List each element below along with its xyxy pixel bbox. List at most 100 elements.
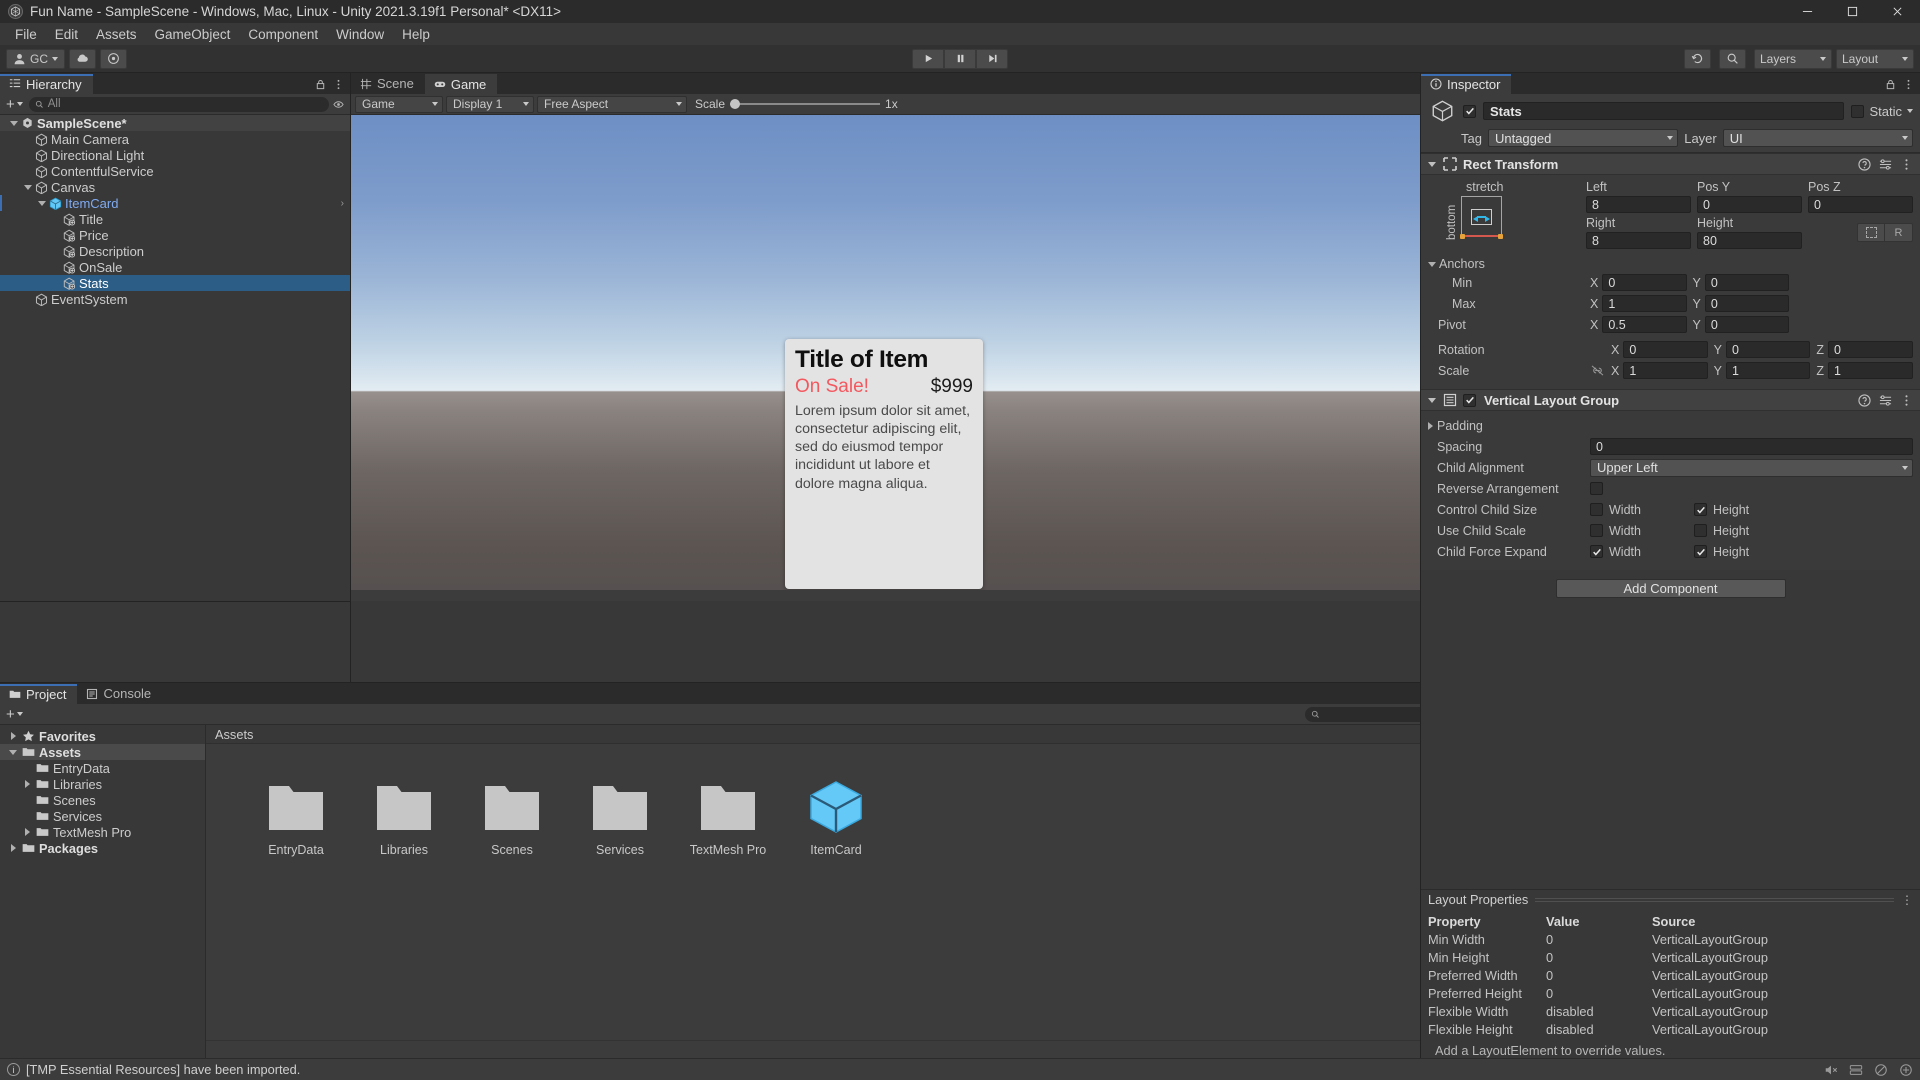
chevron-right-icon[interactable] — [7, 732, 19, 740]
min-x-input[interactable]: 0 — [1602, 274, 1687, 291]
cache-server-icon[interactable] — [1849, 1063, 1863, 1077]
tab-game[interactable]: Game — [424, 73, 498, 94]
constrain-proportions-icon[interactable] — [1590, 365, 1605, 376]
target-display-dropdown[interactable]: Game — [355, 95, 443, 113]
menu-component[interactable]: Component — [239, 25, 327, 44]
collapse-toggle[interactable] — [1426, 161, 1437, 167]
hierarchy-item-samplescene[interactable]: SampleScene* — [0, 115, 350, 131]
aspect-dropdown[interactable]: Free Aspect — [537, 95, 687, 113]
chevron-down-icon[interactable] — [7, 749, 19, 755]
more-options-icon[interactable] — [1900, 394, 1913, 407]
menu-help[interactable]: Help — [393, 25, 439, 44]
control-child-size-height-checkbox[interactable] — [1694, 503, 1707, 516]
vertical-layout-group-enabled-checkbox[interactable] — [1463, 393, 1476, 407]
asset-item-services[interactable]: Services — [566, 770, 674, 857]
lock-icon[interactable] — [1885, 79, 1896, 90]
child-force-expand-height-checkbox[interactable] — [1694, 545, 1707, 558]
hierarchy-item-title[interactable]: Title — [0, 211, 350, 227]
hierarchy-item-stats[interactable]: Stats — [0, 275, 350, 291]
collapse-toggle[interactable] — [1426, 397, 1437, 403]
menu-edit[interactable]: Edit — [46, 25, 87, 44]
no-entry-icon[interactable] — [1874, 1063, 1888, 1077]
scale-x-input[interactable]: 1 — [1623, 362, 1708, 379]
help-icon[interactable] — [1858, 393, 1871, 407]
asset-item-libraries[interactable]: Libraries — [350, 770, 458, 857]
chevron-down-icon[interactable] — [22, 184, 34, 190]
static-checkbox[interactable] — [1851, 104, 1865, 118]
undo-history-button[interactable] — [1684, 48, 1711, 69]
project-create-button[interactable]: + — [4, 706, 25, 723]
hierarchy-tree[interactable]: SampleScene* Main Camera Directional Light… — [0, 115, 350, 601]
control-child-size-width-checkbox[interactable] — [1590, 503, 1603, 516]
child-alignment-dropdown[interactable]: Upper Left — [1590, 458, 1913, 477]
panel-divider[interactable] — [0, 601, 350, 602]
tag-dropdown[interactable]: Untagged — [1487, 129, 1679, 147]
menu-file[interactable]: File — [6, 25, 46, 44]
cloud-button[interactable] — [69, 48, 96, 69]
pause-button[interactable] — [944, 48, 976, 69]
asset-item-itemcard[interactable]: ItemCard — [782, 770, 890, 857]
mute-status-icon[interactable] — [1824, 1063, 1838, 1077]
rot-y-input[interactable]: 0 — [1726, 341, 1811, 358]
asset-item-entrydata[interactable]: EntryData — [242, 770, 350, 857]
tab-hierarchy[interactable]: Hierarchy — [0, 73, 93, 94]
left-input[interactable]: 8 — [1586, 196, 1691, 213]
min-y-input[interactable]: 0 — [1704, 274, 1789, 291]
more-options-icon[interactable] — [1903, 79, 1914, 90]
scale-slider-group[interactable]: Scale 1x — [690, 97, 903, 111]
hierarchy-item-directional-light[interactable]: Directional Light — [0, 147, 350, 163]
chevron-down-icon[interactable] — [36, 200, 48, 206]
tab-console[interactable]: Console — [77, 683, 163, 704]
project-tree-item-packages[interactable]: Packages — [0, 840, 205, 856]
search-button[interactable] — [1719, 48, 1746, 69]
use-child-scale-height-group[interactable]: Height — [1694, 524, 1792, 538]
visibility-icon[interactable] — [333, 99, 344, 110]
gameobject-icon[interactable] — [1428, 98, 1456, 124]
max-x-input[interactable]: 1 — [1602, 295, 1687, 312]
posy-input[interactable]: 0 — [1697, 196, 1802, 213]
preset-icon[interactable] — [1879, 158, 1892, 171]
menu-window[interactable]: Window — [327, 25, 393, 44]
hierarchy-item-contentfulservice[interactable]: ContentfulService — [0, 163, 350, 179]
project-tree-item-assets[interactable]: Assets — [0, 744, 205, 760]
chevron-right-icon[interactable] — [21, 828, 33, 836]
padding-row[interactable]: Padding — [1428, 416, 1913, 435]
rot-z-input[interactable]: 0 — [1827, 341, 1914, 358]
layer-dropdown[interactable]: UI — [1722, 129, 1913, 147]
hierarchy-item-itemcard[interactable]: ItemCard › — [0, 195, 350, 211]
spacing-input[interactable]: 0 — [1590, 438, 1913, 455]
layout-dropdown[interactable]: Layout — [1836, 48, 1914, 69]
project-folder-tree[interactable]: Favorites Assets EntryData Libraries Scenes S… — [0, 725, 206, 1058]
menu-assets[interactable]: Assets — [87, 25, 146, 44]
hierarchy-search-input[interactable]: All — [28, 96, 329, 112]
maximize-button[interactable] — [1830, 0, 1875, 23]
project-tree-item-services[interactable]: Services — [0, 808, 205, 824]
chevron-down-icon[interactable] — [1907, 109, 1913, 113]
hierarchy-item-onsale[interactable]: OnSale — [0, 259, 350, 275]
child-force-expand-width-checkbox[interactable] — [1590, 545, 1603, 558]
control-child-size-height-group[interactable]: Height — [1694, 503, 1792, 517]
hierarchy-item-description[interactable]: Description — [0, 243, 350, 259]
tab-scene[interactable]: Scene — [351, 73, 425, 94]
display-dropdown[interactable]: Display 1 — [446, 95, 534, 113]
hierarchy-create-button[interactable]: + — [4, 96, 25, 113]
rot-x-input[interactable]: 0 — [1623, 341, 1708, 358]
code-optimization-icon[interactable] — [1899, 1063, 1913, 1077]
use-child-scale-width-group[interactable]: Width — [1590, 524, 1688, 538]
minimize-button[interactable] — [1785, 0, 1830, 23]
more-options-icon[interactable] — [333, 79, 344, 90]
scale-slider[interactable] — [730, 99, 881, 109]
scale-slider-knob[interactable] — [730, 99, 741, 109]
project-tree-item-entrydata[interactable]: EntryData — [0, 760, 205, 776]
open-prefab-icon[interactable]: › — [341, 198, 344, 209]
project-tree-item-scenes[interactable]: Scenes — [0, 792, 205, 808]
more-options-icon[interactable] — [1900, 158, 1913, 171]
pivot-y-input[interactable]: 0 — [1704, 316, 1789, 333]
preset-icon[interactable] — [1879, 394, 1892, 407]
anchors-foldout[interactable]: Anchors — [1428, 257, 1913, 271]
blueprint-mode-button[interactable] — [1857, 223, 1885, 242]
use-child-scale-width-checkbox[interactable] — [1590, 524, 1603, 537]
posz-input[interactable]: 0 — [1808, 196, 1913, 213]
raw-edit-button[interactable]: R — [1885, 223, 1913, 242]
pivot-x-input[interactable]: 0.5 — [1602, 316, 1687, 333]
